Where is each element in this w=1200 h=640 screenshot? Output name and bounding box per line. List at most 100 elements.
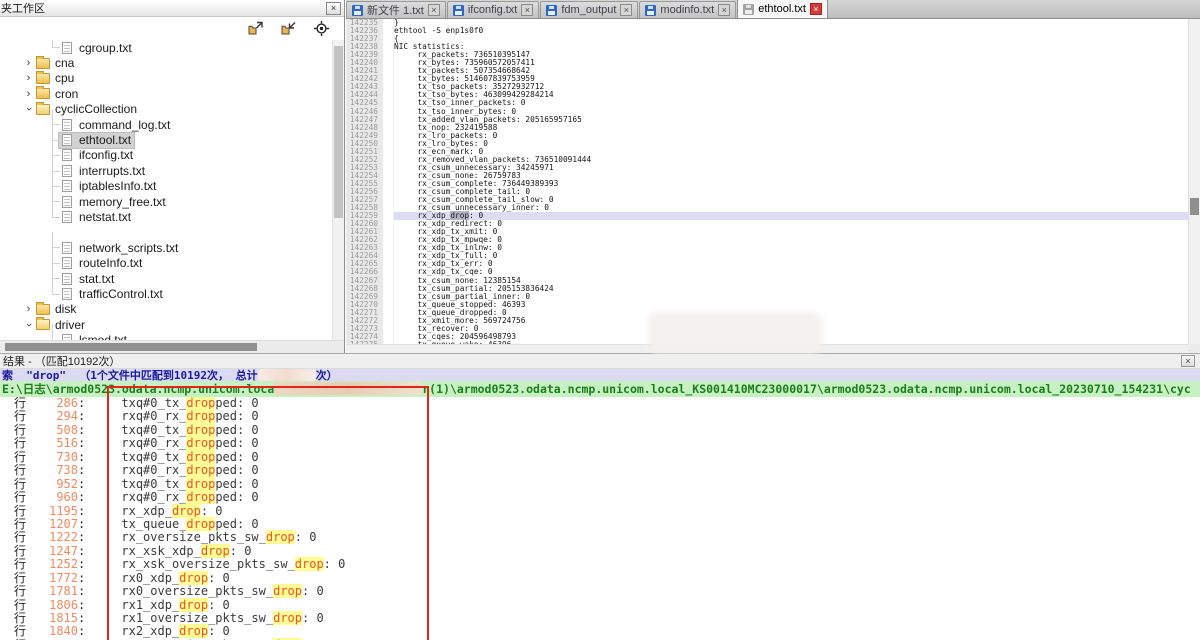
code-text: tx_nop: 232419588 — [394, 124, 1188, 132]
tab-close-icon[interactable]: × — [810, 3, 822, 15]
row-line-number: 1195 — [26, 505, 78, 518]
tree-item[interactable]: trafficControl.txt — [0, 286, 332, 301]
tree-item[interactable]: cgroup.txt — [0, 40, 332, 55]
tree-item-label: memory_free.txt — [79, 195, 166, 209]
bookmark-margin — [383, 244, 394, 252]
tab-close-icon[interactable]: × — [428, 4, 440, 16]
tree-item[interactable]: interrupts.txt — [0, 163, 332, 178]
tree-item[interactable]: routeInfo.txt — [0, 255, 332, 270]
editor-tab[interactable]: fdm_output × — [540, 1, 638, 18]
tree-item-label: ethtool.txt — [79, 133, 131, 147]
tree-chevron-icon[interactable] — [22, 71, 35, 86]
workspace-close-icon[interactable]: × — [326, 2, 341, 15]
tree-item[interactable]: cna — [0, 55, 332, 70]
row-line-prefix: 行 — [0, 531, 26, 544]
workspace-toolbar — [0, 17, 344, 40]
results-header-title: 结果 - （匹配10192次） — [3, 353, 120, 369]
tree-hscroll-thumb[interactable] — [5, 343, 257, 351]
editor-tab[interactable]: modinfo.txt × — [639, 1, 736, 18]
row-line-prefix: 行 — [0, 625, 26, 638]
tree-item[interactable]: iptablesInfo.txt — [0, 179, 332, 194]
tree-item[interactable]: cron — [0, 86, 332, 101]
row-line-number: 1252 — [26, 558, 78, 571]
tree-item[interactable]: netstat.txt — [0, 209, 332, 224]
row-line-number: 286 — [26, 397, 78, 410]
code-text: rx_lro_packets: 0 — [394, 132, 1188, 140]
bookmark-margin — [383, 325, 394, 333]
tree-chevron-icon[interactable] — [46, 40, 59, 55]
tree-item[interactable]: disk — [0, 302, 332, 317]
editor-tab[interactable]: ifconfig.txt × — [447, 1, 540, 18]
row-line-prefix: 行 — [0, 491, 26, 504]
tree-chevron-icon[interactable] — [22, 102, 35, 117]
tree-chevron-icon[interactable] — [46, 286, 59, 301]
tree-item[interactable]: lsmod.txt — [0, 332, 332, 340]
tree-item-icon — [36, 319, 50, 330]
expand-all-icon[interactable] — [247, 21, 264, 37]
tree-item-label: netstat.txt — [79, 210, 131, 224]
save-icon — [453, 5, 464, 16]
tree-item[interactable]: driver — [0, 317, 332, 332]
tree-item-body: interrupts.txt — [59, 163, 148, 178]
row-line-prefix: 行 — [0, 599, 26, 612]
row-line-number: 1806 — [26, 599, 78, 612]
editor-vertical-scrollbar[interactable] — [1188, 19, 1200, 344]
tree-item[interactable]: cpu — [0, 71, 332, 86]
tree-vertical-scrollbar[interactable] — [332, 40, 344, 340]
editor-code-area[interactable]: 142235 } 142236 ethtool -S enp1s0f0 1422… — [346, 19, 1188, 344]
redaction-blur — [648, 312, 823, 354]
row-line-number: 1772 — [26, 572, 78, 585]
tree-chevron-icon[interactable] — [22, 302, 35, 317]
bookmark-margin — [383, 132, 394, 140]
row-line-number: 1207 — [26, 518, 78, 531]
tree-item[interactable]: ethtool.txt — [0, 132, 332, 147]
collapse-all-icon[interactable] — [280, 21, 297, 37]
tree-chevron-icon[interactable] — [22, 86, 35, 101]
tree-chevron-icon[interactable] — [22, 317, 35, 332]
tree-item-body: cgroup.txt — [59, 40, 135, 55]
bookmark-margin — [383, 196, 394, 204]
tree-vscroll-thumb[interactable] — [334, 46, 343, 218]
row-colon: : — [78, 545, 85, 558]
row-colon: : — [78, 437, 85, 450]
tree-item-body: memory_free.txt — [59, 194, 169, 209]
tab-close-icon[interactable]: × — [620, 4, 632, 16]
row-line-number: 952 — [26, 478, 78, 491]
tree-item-icon — [62, 257, 72, 269]
tree-chevron-icon[interactable] — [46, 332, 59, 340]
bookmark-margin — [383, 164, 394, 172]
tree-item-label: cron — [55, 87, 78, 101]
tree-item[interactable]: stat.txt — [0, 271, 332, 286]
results-search-line[interactable]: 索 "drop" （1个文件中匹配到10192次， 总计次） — [0, 369, 1200, 381]
tree-item[interactable]: network_scripts.txt — [0, 240, 332, 255]
tree-chevron-icon[interactable] — [22, 55, 35, 70]
editor-tab[interactable]: 新文件 1.txt × — [346, 1, 446, 18]
results-close-icon[interactable]: × — [1181, 355, 1195, 367]
row-colon: : — [78, 451, 85, 464]
editor-tab[interactable]: ethtool.txt × — [737, 0, 828, 18]
bookmark-margin — [383, 277, 394, 285]
workspace-title: 夹工作区 — [1, 0, 45, 16]
tab-close-icon[interactable]: × — [521, 4, 533, 16]
bookmark-margin — [383, 293, 394, 301]
tree-item[interactable]: command_log.txt — [0, 117, 332, 132]
locate-current-file-icon[interactable] — [313, 21, 330, 37]
tree-item[interactable]: ifconfig.txt — [0, 148, 332, 163]
code-text: tx_added_vlan_packets: 205165957165 — [394, 116, 1188, 124]
tree-item[interactable] — [0, 225, 332, 240]
row-line-number: 294 — [26, 410, 78, 423]
tab-close-icon[interactable]: × — [718, 4, 730, 16]
tree-item[interactable]: cyclicCollection — [0, 102, 332, 117]
bookmark-margin — [383, 156, 394, 164]
bookmark-margin — [383, 43, 394, 51]
tree-item-icon — [62, 149, 72, 161]
code-segment: ethtool -S enp1s0f0 — [394, 26, 483, 35]
tree-chevron-icon[interactable] — [46, 209, 59, 224]
bookmark-margin — [383, 268, 394, 276]
tree-horizontal-scrollbar[interactable] — [0, 340, 344, 353]
tree-item[interactable]: memory_free.txt — [0, 194, 332, 209]
tree-item-body: cyclicCollection — [35, 102, 140, 117]
bookmark-margin — [383, 188, 394, 196]
editor-vscroll-thumb[interactable] — [1190, 198, 1199, 215]
row-colon: : — [78, 518, 85, 531]
